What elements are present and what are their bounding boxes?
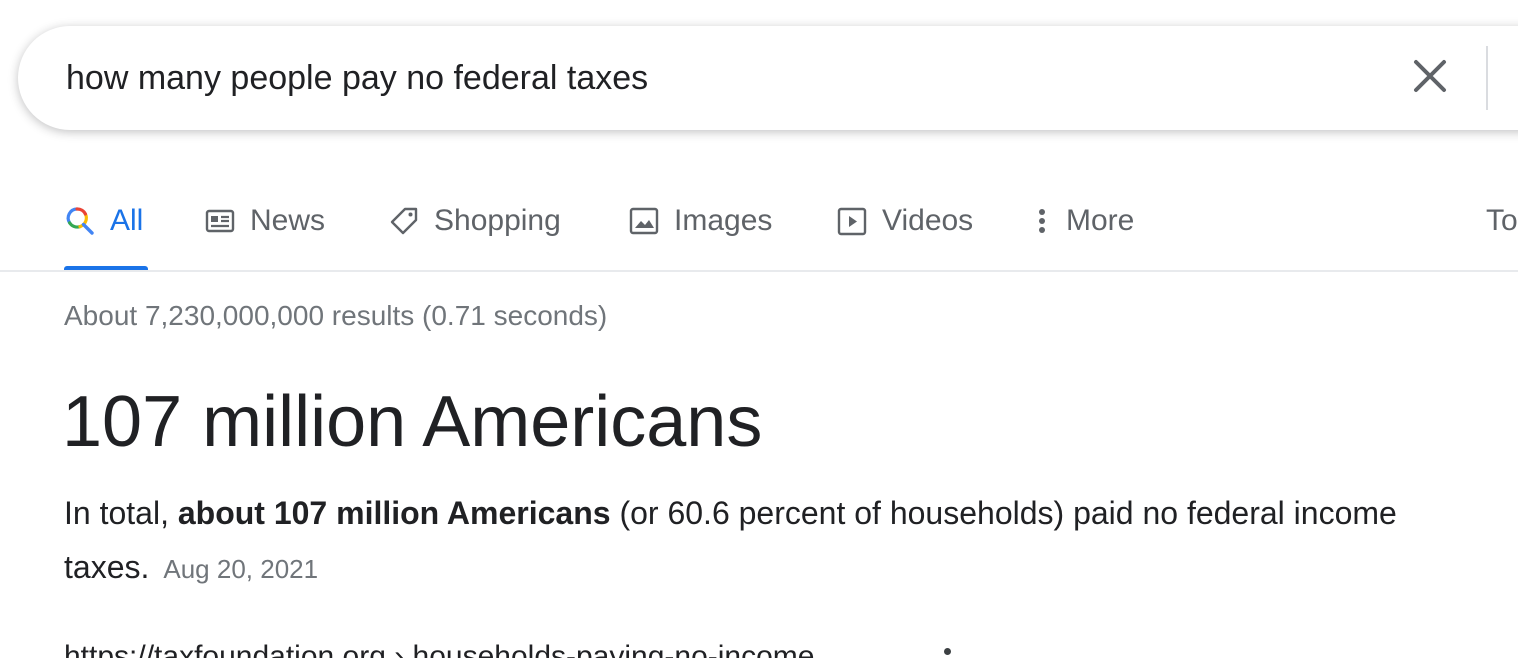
result-url[interactable]: https://taxfoundation.org › households-p… [64, 640, 814, 658]
search-box-divider [1486, 46, 1488, 110]
snippet-prefix: In total, [64, 495, 178, 531]
tab-news-label: News [250, 204, 326, 237]
result-menu-icon[interactable] [944, 648, 951, 655]
answer-title: 107 million Americans [62, 382, 763, 462]
tag-icon [388, 205, 420, 237]
snippet-date: Aug 20, 2021 [163, 554, 319, 584]
result-stats: About 7,230,000,000 results (0.71 second… [64, 300, 608, 331]
tab-images[interactable]: Images [628, 190, 772, 252]
play-icon [836, 205, 868, 237]
search-input[interactable] [66, 54, 1366, 102]
tab-more[interactable]: More [1032, 190, 1134, 252]
tab-all[interactable]: All [64, 190, 143, 252]
news-icon [204, 205, 236, 237]
close-icon [1412, 58, 1448, 99]
tabs-divider [0, 270, 1518, 272]
tab-shopping[interactable]: Shopping [388, 190, 561, 252]
snippet-highlight: about 107 million Americans [177, 495, 611, 531]
image-icon [628, 205, 660, 237]
tab-shopping-label: Shopping [434, 204, 561, 237]
tab-tools[interactable]: To [1486, 190, 1518, 252]
tab-more-label: More [1066, 204, 1135, 237]
search-tabs: All News Shopping Images Videos More To [0, 190, 1518, 272]
tab-videos[interactable]: Videos [836, 190, 973, 252]
answer-snippet: In total, about 107 million Americans (o… [64, 486, 1474, 596]
search-box[interactable] [18, 26, 1518, 130]
tab-videos-label: Videos [882, 204, 974, 237]
search-icon [64, 205, 96, 237]
tab-tools-label: To [1486, 204, 1518, 237]
search-results-page: All News Shopping [0, 0, 1518, 658]
more-vert-icon [1032, 205, 1052, 237]
tab-images-label: Images [674, 204, 773, 237]
tab-all-label: All [110, 204, 144, 237]
clear-search-button[interactable] [1406, 54, 1454, 102]
tab-news[interactable]: News [204, 190, 325, 252]
